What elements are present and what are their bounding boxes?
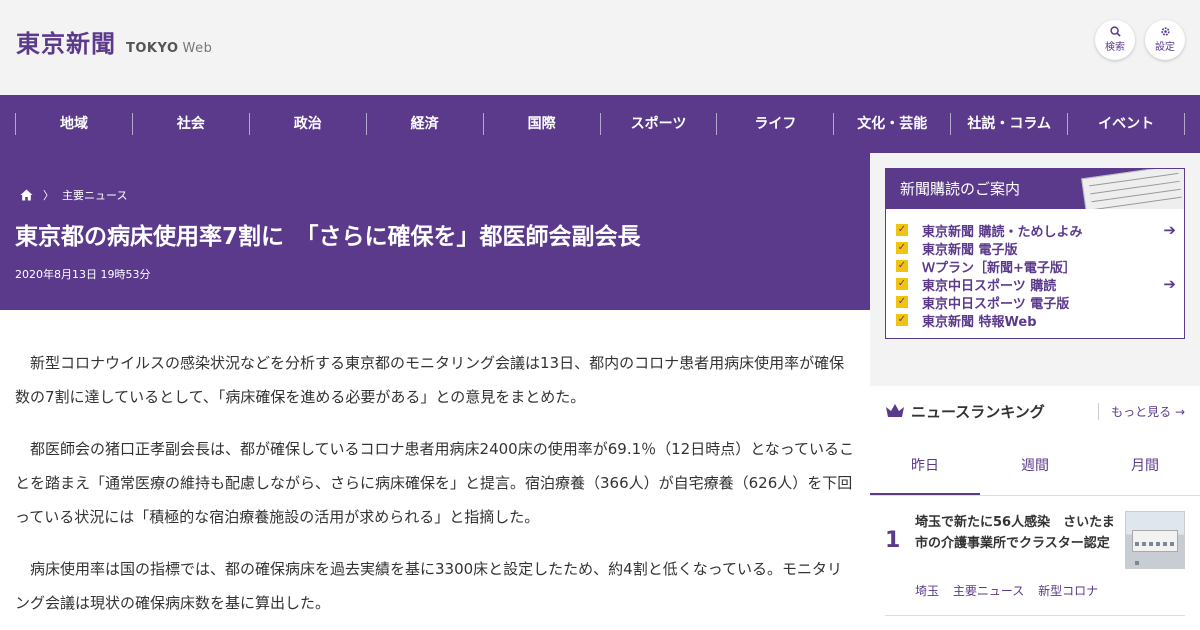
subscription-box: 新聞購読のご案内 ✓ 東京新聞 購読・ためしよみ ➔ ✓ 東京新聞 電子版 ✓ Ｗプラン… <box>885 168 1185 339</box>
nav-item-life[interactable]: ライフ <box>716 113 833 135</box>
article-paragraph: 病床使用率は国の指標では、都の確保病床を過去実績を基に3300床と設定したため、… <box>15 560 842 612</box>
settings-label: 設定 <box>1155 42 1175 53</box>
article-body: 新型コロナウイルスの感染状況などを分析する東京都のモニタリング会議は13日、都内… <box>0 310 870 630</box>
check-icon: ✓ <box>896 242 908 254</box>
chevron-right-icon: 〉 <box>43 189 54 202</box>
login-arrow-icon[interactable]: ➔ <box>1163 221 1176 239</box>
tag-link[interactable]: 主要ニュース <box>953 584 1024 598</box>
arrow-right-icon: → <box>1174 405 1185 419</box>
ranking-title: ニュースランキング <box>911 402 1045 421</box>
tab-weekly[interactable]: 週間 <box>980 436 1090 495</box>
subscription-item[interactable]: ✓ 東京中日スポーツ 電子版 <box>896 293 1176 312</box>
check-icon: ✓ <box>896 314 908 326</box>
search-label: 検索 <box>1105 42 1125 53</box>
logo-tokyo-text: TOKYO <box>126 41 179 56</box>
site-logo[interactable]: 東京新聞 TOKYO Web <box>16 24 212 59</box>
logo-jp: 東京新聞 <box>16 29 116 58</box>
article-header: 〉 主要ニュース 東京都の病床使用率7割に 「さらに確保を」都医師会副会長 20… <box>0 153 870 310</box>
newspaper-image <box>1081 169 1184 209</box>
subscription-item-label: 東京新聞 購読・ためしよみ <box>922 224 1083 240</box>
nav-item-culture[interactable]: 文化・芸能 <box>833 113 950 135</box>
breadcrumb-section[interactable]: 主要ニュース <box>62 187 127 203</box>
subscription-item-label: 東京新聞 電子版 <box>922 242 1018 258</box>
settings-button[interactable]: 設定 <box>1145 20 1185 60</box>
check-icon: ✓ <box>896 278 908 290</box>
ranking-tabs: 昨日 週間 月間 <box>870 436 1200 496</box>
home-icon[interactable] <box>20 189 33 201</box>
nav-item-editorial[interactable]: 社説・コラム <box>950 113 1067 135</box>
subscription-item[interactable]: ✓ 東京新聞 電子版 <box>896 239 1176 258</box>
subscription-item[interactable]: ✓ 東京中日スポーツ 購読 ➔ <box>896 275 1176 294</box>
check-icon: ✓ <box>896 224 908 236</box>
ranking-item[interactable]: 1 埼玉で新たに56人感染 さいたま市の介護事業所でクラスター認定 埼玉 主要ニ… <box>885 496 1185 616</box>
article-paragraph: 新型コロナウイルスの感染状況などを分析する東京都のモニタリング会議は13日、都内… <box>15 354 845 406</box>
search-button[interactable]: 検索 <box>1095 20 1135 60</box>
ranking-item-title[interactable]: 埼玉で新たに56人感染 さいたま市の介護事業所でクラスター認定 <box>915 512 1120 554</box>
nav-item-economy[interactable]: 経済 <box>365 113 483 135</box>
gear-icon <box>1160 26 1171 40</box>
login-arrow-icon[interactable]: ➔ <box>1163 275 1176 293</box>
subscription-item[interactable]: ✓ Ｗプラン［新聞+電子版］ <box>896 257 1176 276</box>
subscription-heading: 新聞購読のご案内 <box>900 180 1021 198</box>
ranking-tags: 埼玉 主要ニュース 新型コロナ <box>915 582 1108 599</box>
site-header: 東京新聞 TOKYO Web 検索 設定 <box>0 0 1200 95</box>
nav-item-events[interactable]: イベント <box>1067 113 1186 135</box>
nav-item-society[interactable]: 社会 <box>131 113 249 135</box>
article-paragraph: 都医師会の猪口正孝副会長は、都が確保しているコロナ患者用病床2400床の使用率が… <box>15 440 855 526</box>
nav-item-politics[interactable]: 政治 <box>248 113 366 135</box>
ranking-more-link[interactable]: もっと見る → <box>1098 403 1185 420</box>
subscription-item[interactable]: ✓ 東京新聞 購読・ためしよみ ➔ <box>896 221 1176 240</box>
more-label: もっと見る <box>1111 405 1172 419</box>
subscription-item-label: 東京中日スポーツ 購読 <box>922 278 1057 294</box>
subscription-item-label: Ｗプラン［新聞+電子版］ <box>922 260 1076 276</box>
subscription-list: ✓ 東京新聞 購読・ためしよみ ➔ ✓ 東京新聞 電子版 ✓ Ｗプラン［新聞+電子版］ … <box>886 209 1184 330</box>
article-date: 2020年8月13日 19時53分 <box>15 268 151 281</box>
subscription-item-label: 東京新聞 特報Web <box>922 314 1037 330</box>
nav-item-international[interactable]: 国際 <box>482 113 600 135</box>
subscription-item-label: 東京中日スポーツ 電子版 <box>922 296 1070 312</box>
ranking-thumbnail[interactable] <box>1125 511 1185 569</box>
ranking-number: 1 <box>885 528 901 553</box>
check-icon: ✓ <box>896 260 908 272</box>
crown-icon <box>886 404 904 417</box>
tab-monthly[interactable]: 月間 <box>1090 436 1200 495</box>
main-nav: 地域 社会 政治 経済 国際 スポーツ ライフ 文化・芸能 社説・コラム イベン… <box>0 95 1200 153</box>
logo-web-text: Web <box>182 41 213 56</box>
logo-en: TOKYO Web <box>126 41 212 56</box>
nav-item-region[interactable]: 地域 <box>15 113 132 135</box>
check-icon: ✓ <box>896 296 908 308</box>
tag-link[interactable]: 新型コロナ <box>1038 584 1098 598</box>
subscription-heading-bar[interactable]: 新聞購読のご案内 <box>886 169 1184 209</box>
search-icon <box>1109 26 1121 40</box>
ranking-panel: ニュースランキング もっと見る → 昨日 週間 月間 1 埼玉で新たに56人感染… <box>870 386 1200 630</box>
tab-yesterday[interactable]: 昨日 <box>870 436 980 495</box>
subscription-item[interactable]: ✓ 東京新聞 特報Web <box>896 311 1176 330</box>
nav-item-sports[interactable]: スポーツ <box>599 113 717 135</box>
ranking-header: ニュースランキング もっと見る → <box>870 386 1200 436</box>
article-title: 東京都の病床使用率7割に 「さらに確保を」都医師会副会長 <box>15 224 641 250</box>
breadcrumb: 〉 主要ニュース <box>20 187 127 203</box>
tag-link[interactable]: 埼玉 <box>915 584 939 598</box>
sidebar: 新聞購読のご案内 ✓ 東京新聞 購読・ためしよみ ➔ ✓ 東京新聞 電子版 ✓ Ｗプラン… <box>870 153 1200 630</box>
